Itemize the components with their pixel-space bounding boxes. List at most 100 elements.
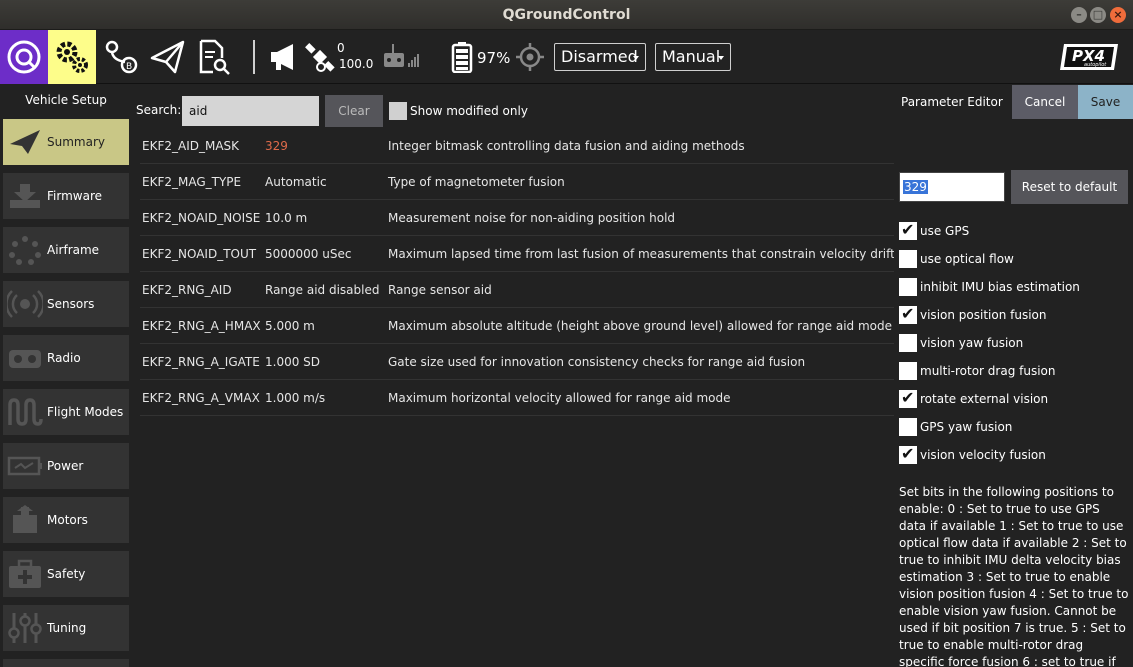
- show-modified-checkbox[interactable]: [389, 102, 407, 120]
- param-description: Maximum absolute altitude (height above …: [388, 319, 893, 333]
- table-row[interactable]: EKF2_NOAID_TOUT 5000000 uSec Maximum lap…: [140, 236, 894, 272]
- checkbox[interactable]: [899, 418, 917, 436]
- bit-checkbox-vision-velocity[interactable]: ✔ vision velocity fusion: [899, 444, 1129, 466]
- table-row[interactable]: EKF2_AID_MASK 329 Integer bitmask contro…: [140, 128, 894, 164]
- bit-label: inhibit IMU bias estimation: [920, 280, 1080, 294]
- param-value: Automatic: [265, 175, 327, 189]
- bit-checkbox-gps-yaw[interactable]: GPS yaw fusion: [899, 416, 1129, 438]
- bit-label: GPS yaw fusion: [920, 420, 1013, 434]
- param-name: EKF2_AID_MASK: [142, 139, 240, 153]
- checkbox[interactable]: [899, 278, 917, 296]
- param-description: Maximum horizontal velocity allowed for …: [388, 391, 731, 405]
- flight-mode-dropdown[interactable]: Manual: [655, 43, 731, 71]
- analyze-view-button[interactable]: [192, 30, 236, 84]
- bit-label: vision velocity fusion: [920, 448, 1046, 462]
- sidebar-item-next[interactable]: [3, 659, 129, 667]
- checkbox[interactable]: ✔: [899, 220, 917, 240]
- bit-checkbox-vision-position[interactable]: ✔ vision position fusion: [899, 304, 1129, 326]
- gps-lock-button[interactable]: [512, 30, 548, 84]
- sidebar-title: Vehicle Setup: [25, 93, 107, 107]
- table-row[interactable]: EKF2_RNG_AID Range aid disabled Range se…: [140, 272, 894, 308]
- gps-status-button[interactable]: [302, 30, 338, 84]
- messages-button[interactable]: [262, 30, 306, 84]
- checkbox[interactable]: ✔: [899, 388, 917, 408]
- param-description: Measurement noise for non-aiding positio…: [388, 211, 676, 225]
- arm-state-dropdown[interactable]: Disarmed: [554, 43, 646, 71]
- qgc-logo-icon: [7, 40, 41, 74]
- parameter-list-panel: Search: Clear Show modified only EKF2_AI…: [132, 85, 894, 667]
- clear-button[interactable]: Clear: [325, 95, 383, 127]
- table-row[interactable]: EKF2_RNG_A_VMAX 1.000 m/s Maximum horizo…: [140, 380, 894, 416]
- checkbox[interactable]: ✔: [899, 444, 917, 464]
- checkbox[interactable]: [899, 334, 917, 352]
- toolbar-separator: [253, 40, 255, 74]
- sidebar-item-firmware[interactable]: Firmware: [3, 173, 129, 219]
- close-button[interactable]: ×: [1110, 7, 1126, 23]
- sidebar-item-airframe[interactable]: Airframe: [3, 227, 129, 273]
- checkbox[interactable]: [899, 250, 917, 268]
- vehicle-setup-sidebar: Vehicle Setup Summary Firmware Airframe …: [0, 85, 132, 667]
- param-value: 5000000 uSec: [265, 247, 352, 261]
- qgc-logo-button[interactable]: [0, 30, 48, 84]
- show-modified-label: Show modified only: [410, 104, 528, 118]
- table-row[interactable]: EKF2_MAG_TYPE Automatic Type of magnetom…: [140, 164, 894, 200]
- megaphone-icon: [271, 44, 293, 70]
- sidebar-item-summary[interactable]: Summary: [3, 119, 129, 165]
- search-input[interactable]: [182, 96, 319, 126]
- document-search-icon: [199, 39, 230, 75]
- param-value: 10.0 m: [265, 211, 308, 225]
- param-description: Integer bitmask controlling data fusion …: [388, 139, 745, 153]
- satellite-icon: [305, 43, 335, 72]
- table-row[interactable]: EKF2_RNG_A_HMAX 5.000 m Maximum absolute…: [140, 308, 894, 344]
- minimize-button[interactable]: –: [1071, 7, 1087, 23]
- sidebar-item-sensors[interactable]: Sensors: [3, 281, 129, 327]
- route-waypoints-icon: B: [105, 40, 138, 74]
- bit-label: use GPS: [920, 224, 970, 238]
- px4-logo-icon: PX4 autopilot: [1060, 44, 1118, 70]
- bit-checkbox-inhibit-imu-bias[interactable]: inhibit IMU bias estimation: [899, 276, 1129, 298]
- window-title: QGroundControl: [502, 7, 631, 23]
- maximize-button[interactable]: □: [1090, 7, 1106, 23]
- param-value: 5.000 m: [265, 319, 315, 333]
- sidebar-item-flight-modes[interactable]: Flight Modes: [3, 389, 129, 435]
- bit-label: vision position fusion: [920, 308, 1047, 322]
- checkbox[interactable]: ✔: [899, 304, 917, 324]
- table-row[interactable]: EKF2_NOAID_NOISE 10.0 m Measurement nois…: [140, 200, 894, 236]
- checkbox[interactable]: [899, 362, 917, 380]
- editor-title: Parameter Editor: [901, 95, 1003, 109]
- download-icon: [3, 173, 47, 219]
- chevron-down-icon: [633, 56, 639, 60]
- rc-rssi-button[interactable]: [380, 30, 422, 84]
- arm-state-value: Disarmed: [561, 47, 638, 66]
- param-value: 1.000 m/s: [265, 391, 326, 405]
- bit-checkbox-use-optical-flow[interactable]: use optical flow: [899, 248, 1129, 270]
- vehicle-setup-button[interactable]: [48, 30, 96, 84]
- paper-plane-icon: [3, 119, 47, 165]
- plan-view-button[interactable]: B: [100, 30, 144, 84]
- sensor-waves-icon: [3, 281, 47, 327]
- bit-checkbox-use-gps[interactable]: ✔ use GPS: [899, 220, 1129, 242]
- sidebar-item-safety[interactable]: Safety: [3, 551, 129, 597]
- battery-status-button[interactable]: [448, 30, 476, 84]
- chevron-down-icon: [718, 56, 724, 60]
- sidebar-item-power[interactable]: Power: [3, 443, 129, 489]
- bit-checkbox-vision-yaw[interactable]: vision yaw fusion: [899, 332, 1129, 354]
- fly-view-button[interactable]: [146, 30, 190, 84]
- save-button[interactable]: Save: [1078, 85, 1133, 119]
- svg-text:B: B: [126, 62, 132, 72]
- cancel-button[interactable]: Cancel: [1012, 85, 1078, 119]
- param-description: Maximum lapsed time from last fusion of …: [388, 247, 894, 261]
- bit-label: rotate external vision: [920, 392, 1049, 406]
- reset-to-default-button[interactable]: Reset to default: [1011, 170, 1128, 204]
- sidebar-item-motors[interactable]: Motors: [3, 497, 129, 543]
- crosshair-icon: [516, 43, 544, 71]
- radio-controller-icon: [3, 335, 47, 381]
- window-titlebar: QGroundControl – □ ×: [0, 0, 1133, 30]
- param-description: Type of magnetometer fusion: [388, 175, 565, 189]
- table-row[interactable]: EKF2_RNG_A_IGATE 1.000 SD Gate size used…: [140, 344, 894, 380]
- param-value-input[interactable]: 329: [899, 172, 1005, 202]
- sidebar-item-tuning[interactable]: Tuning: [3, 605, 129, 651]
- sidebar-item-radio[interactable]: Radio: [3, 335, 129, 381]
- bit-checkbox-multirotor-drag[interactable]: multi-rotor drag fusion: [899, 360, 1129, 382]
- bit-checkbox-rotate-external-vision[interactable]: ✔ rotate external vision: [899, 388, 1129, 410]
